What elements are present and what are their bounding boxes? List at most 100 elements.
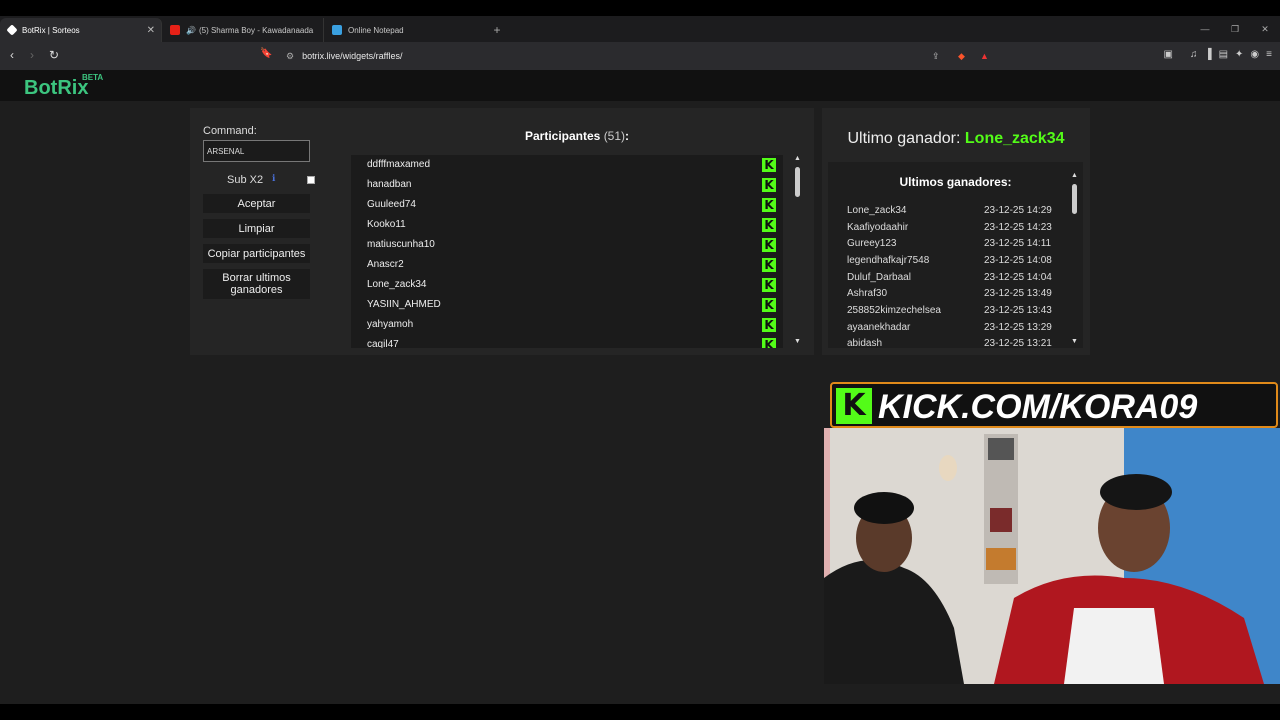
browser-tab-strip: BotRix | Sorteos ✕ 🔊 (5) Sharma Boy - Ka… xyxy=(0,16,1280,42)
kick-icon: K xyxy=(762,178,776,192)
panel-icon[interactable]: ▐ xyxy=(1204,49,1211,60)
winner-name: 258852kimzechelsea xyxy=(847,305,941,316)
speaker-icon: 🔊 xyxy=(186,25,196,35)
screen-bottom-border xyxy=(0,704,1280,720)
kick-channel-text: KICK.COM/KORA09 xyxy=(878,388,1198,426)
participant-name: Guuleed74 xyxy=(367,199,416,210)
forward-icon[interactable]: › xyxy=(30,48,34,62)
winner-name: Duluf_Darbaal xyxy=(847,272,911,283)
winner-row: legendhafkajr7548 23-12-25 14:08 xyxy=(828,253,1068,269)
tab-youtube[interactable]: 🔊 (5) Sharma Boy - Kawadanaada xyxy=(162,18,324,42)
webcam-feed xyxy=(824,428,1280,684)
copy-participants-button[interactable]: Copiar participantes xyxy=(203,244,310,263)
participant-name: Kooko11 xyxy=(367,219,406,230)
webcam-image xyxy=(824,428,1280,684)
scroll-thumb[interactable] xyxy=(795,167,800,197)
raffle-panel: Command: Sub X2 ℹ Aceptar Limpiar Copiar… xyxy=(190,108,814,355)
site-info-icon[interactable]: ⚙ xyxy=(286,51,294,62)
leo-icon[interactable]: ✦ xyxy=(1235,49,1243,60)
winner-row: Gureey123 23-12-25 14:11 xyxy=(828,236,1068,252)
tab-title: Online Notepad xyxy=(348,25,404,35)
scroll-up-icon[interactable]: ▲ xyxy=(1071,172,1078,179)
botrix-logo[interactable]: BotRix xyxy=(24,77,88,100)
winners-scrollbar[interactable]: ▲ ▼ xyxy=(1070,172,1080,348)
close-icon[interactable]: ✕ xyxy=(147,25,155,36)
scroll-down-icon[interactable]: ▼ xyxy=(1071,338,1078,345)
scroll-down-icon[interactable]: ▼ xyxy=(794,338,801,345)
winner-row: ayaanekhadar 23-12-25 13:29 xyxy=(828,320,1068,336)
beta-badge: BETA xyxy=(82,73,104,82)
delete-winners-button[interactable]: Borrar ultimos ganadores xyxy=(203,269,310,299)
notepad-favicon-icon xyxy=(332,25,342,35)
winner-date: 23-12-25 13:21 xyxy=(984,338,1052,348)
command-label: Command: xyxy=(203,125,257,137)
participant-name: yahyamoh xyxy=(367,319,414,330)
share-icon[interactable]: ⇪ xyxy=(932,51,940,62)
list-item: Guuleed74 K xyxy=(351,195,783,215)
list-item: caqil47 K xyxy=(351,335,783,348)
command-input[interactable] xyxy=(203,140,310,162)
list-item: yahyamoh K xyxy=(351,315,783,335)
list-item: matiuscunha10 K xyxy=(351,235,783,255)
tab-botrix[interactable]: BotRix | Sorteos ✕ xyxy=(0,18,162,42)
list-item: Anascr2 K xyxy=(351,255,783,275)
winner-date: 23-12-25 13:43 xyxy=(984,305,1052,316)
clear-button[interactable]: Limpiar xyxy=(203,219,310,238)
participant-name: matiuscunha10 xyxy=(367,239,435,250)
participant-name: Anascr2 xyxy=(367,259,404,270)
vpn-icon[interactable]: ◉ xyxy=(1250,49,1259,60)
restore-icon[interactable]: ❐ xyxy=(1220,16,1250,42)
kick-icon: K xyxy=(762,158,776,172)
list-item: Kooko11 K xyxy=(351,215,783,235)
sub-x2-checkbox[interactable] xyxy=(307,176,315,184)
scroll-thumb[interactable] xyxy=(1072,184,1077,214)
last-winner: Ultimo ganador: Lone_zack34 xyxy=(822,130,1090,148)
kick-logo-icon: K xyxy=(836,388,872,424)
url-text: botrix.live/widgets/raffles/ xyxy=(302,51,403,61)
scroll-up-icon[interactable]: ▲ xyxy=(794,155,801,162)
winner-row: Lone_zack34 23-12-25 14:29 xyxy=(828,203,1068,219)
participant-name: YASIIN_AHMED xyxy=(367,299,441,310)
winners-list-title: Ultimos ganadores: xyxy=(899,175,1012,189)
menu-icon[interactable]: ≡ xyxy=(1266,49,1272,60)
sidebar-icon[interactable]: ▣ xyxy=(1164,49,1173,60)
participants-scrollbar[interactable]: ▲ ▼ xyxy=(793,155,803,348)
participant-name: Lone_zack34 xyxy=(367,279,427,290)
minimize-icon[interactable]: — xyxy=(1190,16,1220,42)
list-item: YASIIN_AHMED K xyxy=(351,295,783,315)
bookmark-icon[interactable]: 🔖 xyxy=(260,48,272,59)
winner-date: 23-12-25 14:04 xyxy=(984,272,1052,283)
new-tab-button[interactable]: + xyxy=(486,18,508,42)
delete-winners-label-1: Borrar ultimos xyxy=(222,272,291,284)
back-icon[interactable]: ‹ xyxy=(10,48,14,62)
winner-date: 23-12-25 14:11 xyxy=(984,238,1052,249)
address-bar-row: ‹ › ↻ 🔖 ⚙ botrix.live/widgets/raffles/ ⇪… xyxy=(0,42,1280,70)
winner-name: Ashraf30 xyxy=(847,288,888,299)
sub-x2-label: Sub X2 xyxy=(227,174,264,186)
last-winner-name: Lone_zack34 xyxy=(964,130,1065,147)
wallet-icon[interactable]: ▤ xyxy=(1219,49,1228,60)
winner-row: Ashraf30 23-12-25 13:49 xyxy=(828,286,1068,302)
kick-icon: K xyxy=(762,318,776,332)
list-item: Lone_zack34 K xyxy=(351,275,783,295)
brave-shield-icon[interactable]: ◆ xyxy=(958,51,965,62)
winner-name: ayaanekhadar xyxy=(847,322,911,333)
kick-channel-banner: K KICK.COM/KORA09 xyxy=(830,382,1278,428)
participants-count: (51) xyxy=(603,129,626,143)
participants-list[interactable]: ddfffmaxamed K hanadban K Guuleed74 K Kooko… xyxy=(351,155,783,348)
url-field[interactable]: ⚙ botrix.live/widgets/raffles/ ⇪ ◆ ▲ xyxy=(280,46,1000,66)
participants-title-text: Participantes xyxy=(524,129,601,143)
tab-notepad[interactable]: Online Notepad xyxy=(324,18,486,42)
participants-title: Participantes (51): xyxy=(350,129,804,143)
close-window-icon[interactable]: ✕ xyxy=(1250,16,1280,42)
brave-rewards-icon[interactable]: ▲ xyxy=(980,51,989,61)
reload-icon[interactable]: ↻ xyxy=(49,48,59,62)
last-winner-label: Ultimo ganador: xyxy=(847,130,961,147)
winner-date: 23-12-25 14:29 xyxy=(984,205,1052,216)
accept-button[interactable]: Aceptar xyxy=(203,194,310,213)
winner-date: 23-12-25 14:08 xyxy=(984,255,1052,266)
winners-list[interactable]: Ultimos ganadores: Lone_zack34 23-12-25 1… xyxy=(828,162,1083,348)
winner-date: 23-12-25 13:29 xyxy=(984,322,1052,333)
music-icon[interactable]: ♫ xyxy=(1190,49,1198,60)
botrix-favicon-icon xyxy=(6,24,18,36)
